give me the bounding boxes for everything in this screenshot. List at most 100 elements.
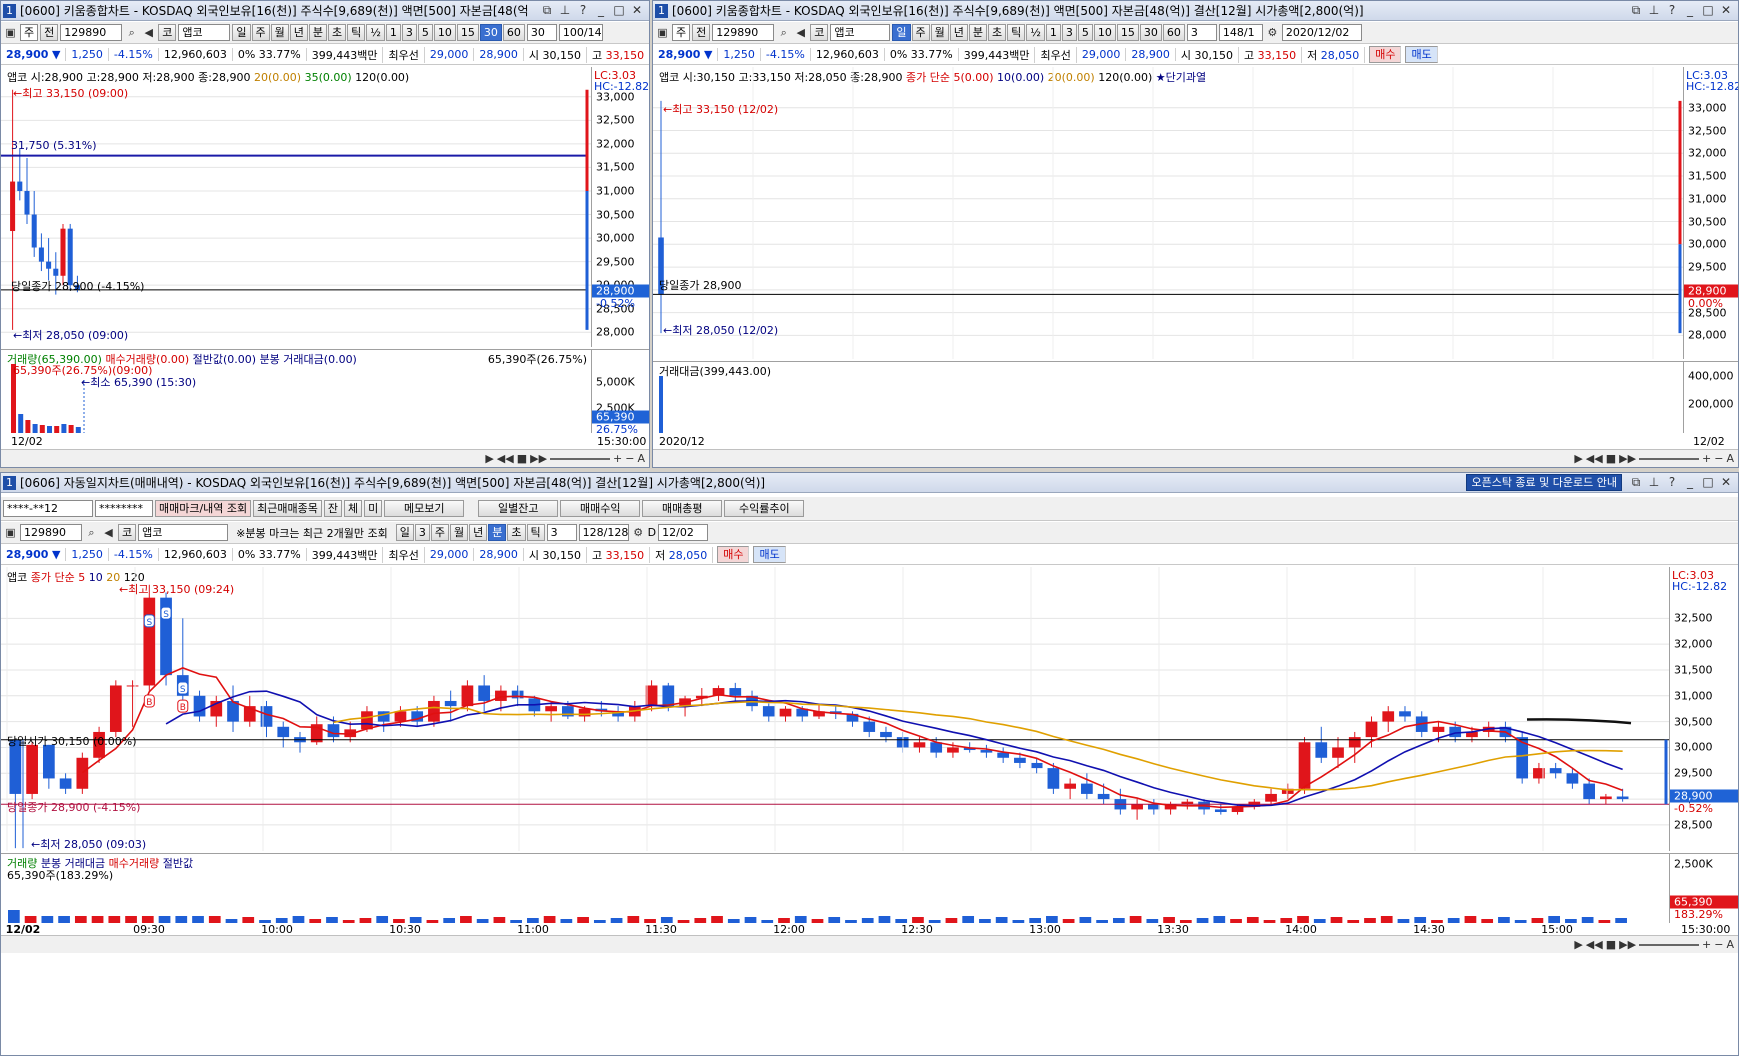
period-button-5[interactable]: 5 (1077, 24, 1093, 41)
download-notice-button[interactable]: 오픈스탁 종료 및 다운로드 안내 (1466, 474, 1622, 491)
play-icon[interactable]: ▶ (1574, 452, 1582, 465)
period-button-60[interactable]: 60 (1162, 24, 1185, 41)
scroll-slider[interactable] (1639, 457, 1700, 460)
search-icon[interactable]: ⌕ (124, 24, 139, 41)
sell-button[interactable]: 매도 (753, 546, 786, 563)
period-button-5[interactable]: 5 (417, 24, 433, 41)
volume-chart-30min[interactable]: 거래량(65,390.00) 매수거래량(0.00) 절반값(0.00) 분봉 … (1, 349, 591, 433)
date-input[interactable]: 12/02 (658, 524, 709, 541)
trade-eval-button[interactable]: 매매총평 (642, 500, 723, 517)
type-select[interactable]: 주 (20, 24, 39, 41)
period-button-월[interactable]: 월 (450, 524, 469, 541)
type-select[interactable]: 주 (672, 24, 691, 41)
period-button-틱[interactable]: 틱 (347, 24, 366, 41)
volume-chart-3min[interactable]: 거래량 분봉 거래대금 매수거래량 절반값 65,390주(183.29%) (1, 853, 1669, 923)
period-button-60[interactable]: 60 (502, 24, 525, 41)
return-trend-button[interactable]: 수익률추이 (724, 500, 805, 517)
toggle-icon[interactable]: ▣ (655, 24, 670, 41)
period-button-분[interactable]: 분 (308, 24, 327, 41)
link-icon[interactable]: ⧉ (1628, 475, 1644, 490)
count-input[interactable]: 3 (546, 524, 577, 541)
pin-icon[interactable]: ⊥ (1646, 475, 1662, 490)
minimize-icon[interactable]: _ (1682, 475, 1698, 490)
close-icon[interactable]: ✕ (1718, 3, 1734, 18)
search-icon[interactable]: ⌕ (776, 24, 791, 41)
recent-trades-button[interactable]: 최근매매종목 (253, 500, 322, 517)
forward-icon[interactable]: ▶▶ (530, 452, 547, 465)
period-button-½[interactable]: ½ (1026, 24, 1045, 41)
memo-button[interactable]: 메모보기 (384, 500, 465, 517)
toggle-icon[interactable]: ▣ (3, 24, 18, 41)
chart-scroll-toolbar[interactable]: ▶ ◀◀ ■ ▶▶ + − A (1, 449, 649, 467)
forward-icon[interactable]: ▶▶ (1619, 938, 1636, 951)
help-icon[interactable]: ? (575, 3, 591, 18)
period-button-1[interactable]: 1 (385, 24, 401, 41)
speaker-icon[interactable]: ◀ (793, 24, 808, 41)
buy-button[interactable]: 매수 (1369, 46, 1402, 63)
filled-button[interactable]: 체 (344, 500, 363, 517)
period-button-3[interactable]: 3 (414, 524, 430, 541)
period-button-일[interactable]: 일 (232, 24, 251, 41)
amount-chart-daily[interactable]: 거래대금(399,443.00) (653, 361, 1683, 433)
daily-balance-button[interactable]: 일별잔고 (478, 500, 559, 517)
period-button-월[interactable]: 월 (930, 24, 949, 41)
period-button-주[interactable]: 주 (430, 524, 450, 541)
period-button-15[interactable]: 15 (456, 24, 479, 41)
pin-icon[interactable]: ⊥ (557, 3, 573, 18)
period-button-3[interactable]: 3 (401, 24, 417, 41)
period-button-년[interactable]: 년 (469, 524, 488, 541)
date-input[interactable]: 2020/12/02 (1281, 24, 1362, 41)
pin-icon[interactable]: ⊥ (1646, 3, 1662, 18)
code-input[interactable]: 129890 (60, 24, 123, 41)
period-button-15[interactable]: 15 (1116, 24, 1139, 41)
minimize-icon[interactable]: _ (1682, 3, 1698, 18)
trade-mark-button[interactable]: 매매마크/내역 조회 (155, 500, 252, 517)
minimize-icon[interactable]: _ (593, 3, 609, 18)
rewind-icon[interactable]: ◀◀ (497, 452, 514, 465)
period-button-분[interactable]: 분 (968, 24, 987, 41)
title-bar[interactable]: 1 [0606] 자동일지차트(매매내역) - KOSDAQ 외국인보유[16(… (1, 473, 1738, 493)
code-input[interactable]: 129890 (712, 24, 775, 41)
price-chart-30min[interactable]: 앱코 시:28,900 고:28,900 저:28,900 종:28,900 2… (1, 67, 591, 347)
zoom-in-icon[interactable]: + (1702, 452, 1711, 465)
period-button-주[interactable]: 주 (911, 24, 930, 41)
period-button-초[interactable]: 초 (328, 24, 347, 41)
period-button-초[interactable]: 초 (507, 524, 526, 541)
period-button-틱[interactable]: 틱 (1007, 24, 1026, 41)
period-button-30[interactable]: 30 (1139, 24, 1162, 41)
period-button-월[interactable]: 월 (270, 24, 289, 41)
play-icon[interactable]: ▶ (1574, 938, 1582, 951)
scroll-slider[interactable] (1639, 943, 1700, 946)
settings-icon[interactable]: ⚙ (631, 524, 646, 541)
play-icon[interactable]: ▶ (485, 452, 493, 465)
price-chart-3min[interactable]: 앱코 종가 단순 5 10 20 120 SSBSB ←최고 33,150 (0… (1, 567, 1669, 851)
speaker-icon[interactable]: ◀ (101, 524, 116, 541)
chart-scroll-toolbar[interactable]: ▶ ◀◀ ■ ▶▶ + − A (653, 449, 1738, 467)
period-button-30[interactable]: 30 (479, 24, 502, 41)
stop-icon[interactable]: ■ (1606, 938, 1616, 951)
code-input[interactable]: 129890 (20, 524, 82, 541)
sell-button[interactable]: 매도 (1405, 46, 1438, 63)
period-button-일[interactable]: 일 (892, 24, 911, 41)
stock-name[interactable]: 앱코 (178, 24, 231, 41)
stock-name[interactable]: 앱코 (138, 524, 229, 541)
help-icon[interactable]: ? (1664, 475, 1680, 490)
title-bar[interactable]: 1 [0600] 키움종합차트 - KOSDAQ 외국인보유[16(천)] 주식… (1, 1, 649, 21)
period-button-½[interactable]: ½ (366, 24, 385, 41)
period-button-주[interactable]: 주 (251, 24, 270, 41)
period-button-1[interactable]: 1 (1045, 24, 1061, 41)
count-input[interactable]: 3 (1186, 24, 1217, 41)
help-icon[interactable]: ? (1664, 3, 1680, 18)
zoom-out-icon[interactable]: − (1714, 452, 1723, 465)
price-chart-daily[interactable]: 앱코 시:30,150 고:33,150 저:28,050 종:28,900 종… (653, 67, 1683, 359)
stop-icon[interactable]: ■ (1606, 452, 1616, 465)
toggle-icon[interactable]: ▣ (3, 524, 18, 541)
text-icon[interactable]: A (637, 452, 645, 465)
rewind-icon[interactable]: ◀◀ (1586, 452, 1603, 465)
text-icon[interactable]: A (1726, 452, 1734, 465)
buy-button[interactable]: 매수 (717, 546, 750, 563)
zoom-in-icon[interactable]: + (613, 452, 622, 465)
link-icon[interactable]: ⧉ (539, 3, 555, 18)
rewind-icon[interactable]: ◀◀ (1586, 938, 1603, 951)
count-input[interactable]: 30 (526, 24, 557, 41)
